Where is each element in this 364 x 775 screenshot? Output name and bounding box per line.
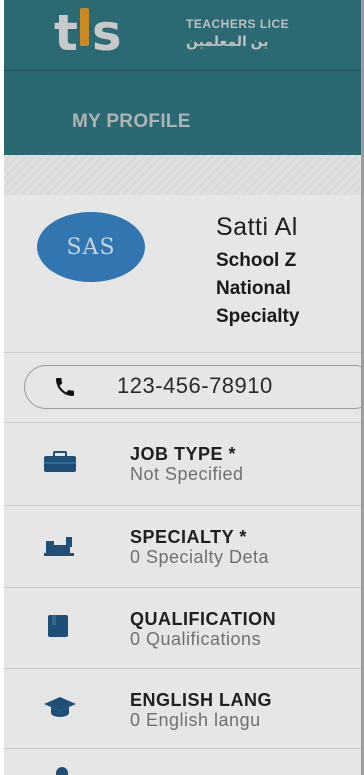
divider	[4, 505, 364, 506]
profile-banner	[4, 155, 364, 195]
profile-school: School Z	[216, 250, 297, 271]
graduation-cap-icon	[44, 697, 76, 717]
profile-nationality: National	[216, 278, 291, 299]
divider	[4, 422, 364, 423]
tab-my-profile[interactable]: MY PROFILE	[72, 111, 191, 133]
brand-name-english: TEACHERS LICE	[186, 17, 290, 31]
person-icon	[56, 767, 68, 775]
brand-bar: ts TEACHERS LICE ين المعلمين	[4, 0, 364, 71]
item-subtitle: 0 Specialty Deta	[130, 547, 270, 567]
divider	[4, 352, 364, 353]
specialty-icon	[44, 537, 74, 556]
phone-icon	[56, 378, 74, 396]
item-title: JOB TYPE *	[130, 444, 237, 464]
item-subtitle: Not Specified	[130, 464, 244, 484]
brand-name-arabic: ين المعلمين	[186, 33, 269, 49]
book-icon	[48, 615, 68, 637]
profile-specialty: Specialty	[216, 306, 300, 327]
list-item-qualification[interactable]: QUALIFICATION 0 Qualifications	[4, 595, 364, 675]
item-title: QUALIFICATION	[130, 609, 277, 629]
phone-number: 123-456-78910	[117, 373, 273, 398]
app-screen: ts TEACHERS LICE ين المعلمين MY PROFILE …	[4, 0, 364, 775]
profile-title-bar: MY PROFILE	[4, 71, 364, 155]
phone-button[interactable]: 123-456-78910	[24, 365, 364, 409]
list-item-job-type[interactable]: JOB TYPE * Not Specified	[4, 430, 364, 510]
item-title: ENGLISH LANG	[130, 690, 273, 710]
tls-logo: ts	[54, 4, 122, 62]
avatar[interactable]: SAS	[37, 212, 145, 282]
divider	[4, 668, 364, 669]
list-item-specialty[interactable]: SPECIALTY * 0 Specialty Deta	[4, 513, 364, 593]
briefcase-icon	[44, 451, 76, 472]
item-subtitle: 0 English langu	[130, 710, 261, 730]
profile-name: Satti Al	[216, 213, 298, 241]
divider	[4, 587, 364, 588]
divider	[4, 748, 364, 749]
item-title: SPECIALTY *	[130, 527, 247, 547]
item-subtitle: 0 Qualifications	[130, 629, 262, 649]
list-item-english-language[interactable]: ENGLISH LANG 0 English langu	[4, 676, 364, 756]
